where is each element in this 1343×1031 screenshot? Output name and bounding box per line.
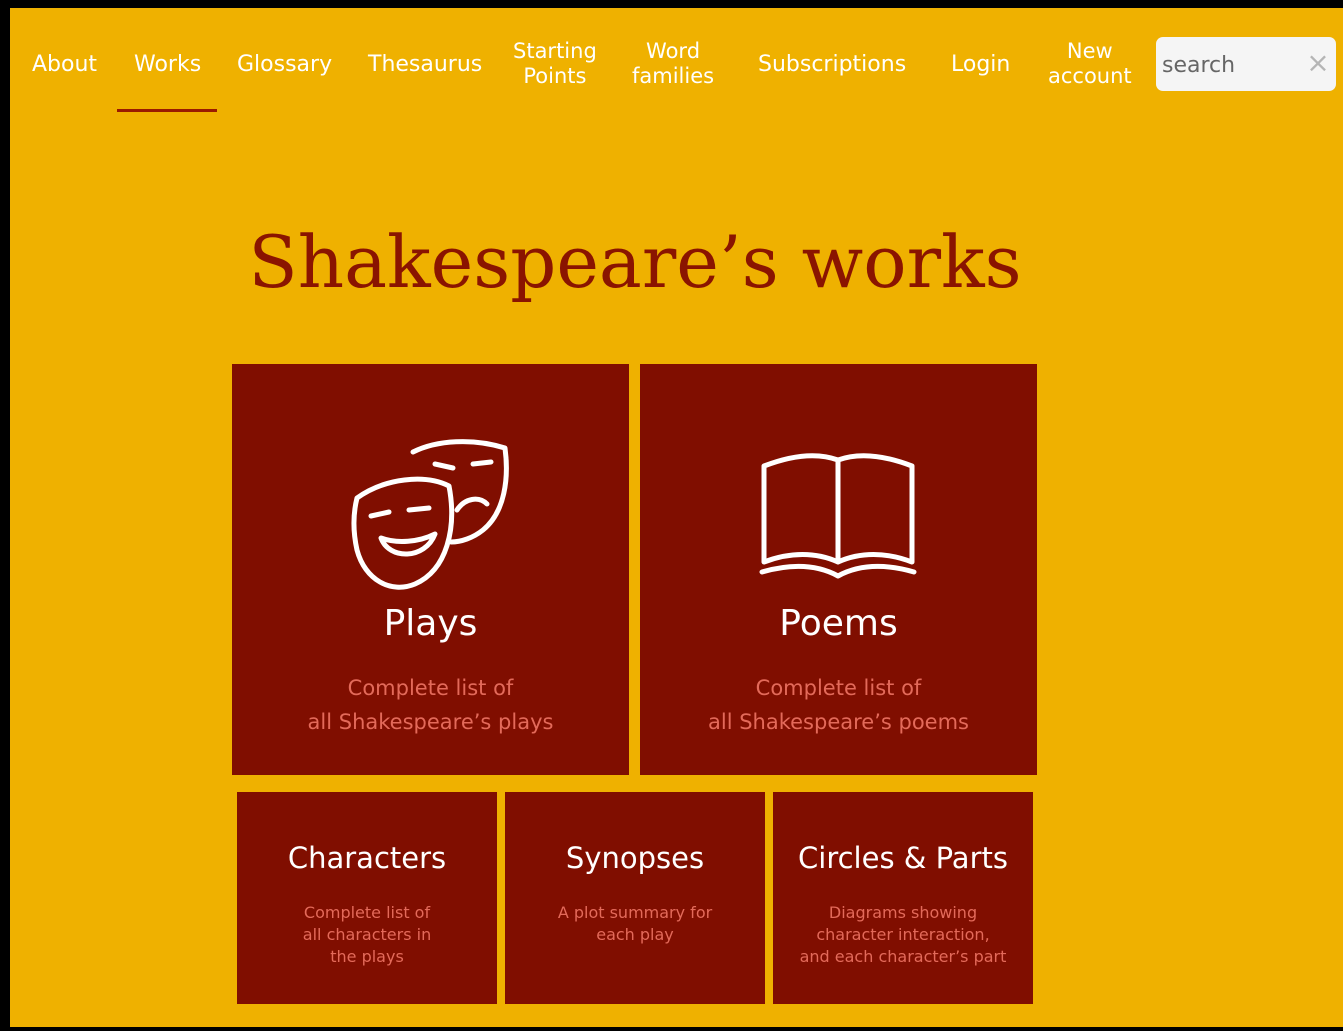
open-book-icon <box>759 453 917 579</box>
characters-description-line1: Complete list of <box>303 903 431 922</box>
nav-glossary[interactable]: Glossary <box>237 52 332 78</box>
nav-thesaurus[interactable]: Thesaurus <box>368 52 482 78</box>
search-box: × <box>1156 37 1336 91</box>
characters-title: Characters <box>287 841 447 875</box>
nav-login[interactable]: Login <box>951 52 1010 78</box>
close-icon[interactable]: × <box>1304 47 1332 79</box>
nav-word-families[interactable]: Word families <box>632 39 714 89</box>
page-title: Shakespeare’s works <box>248 220 1022 304</box>
synopses-card[interactable]: Synopses A plot summary for each play <box>505 792 765 1004</box>
characters-description-line2: all characters in <box>302 925 432 944</box>
nav-new-account-line2: account <box>1048 64 1132 88</box>
plays-title: Plays <box>383 603 478 644</box>
circles-parts-description-line3: and each character’s part <box>799 947 1007 966</box>
nav-starting-points-line1: Starting <box>513 39 597 63</box>
circles-parts-description: Diagrams showing character interaction, … <box>773 902 1033 968</box>
poems-description-line2: all Shakespeare’s poems <box>708 710 969 734</box>
characters-description-line3: the plays <box>330 947 404 966</box>
plays-description-line1: Complete list of <box>347 676 514 700</box>
synopses-description-line1: A plot summary for <box>557 903 713 922</box>
plays-card[interactable]: Plays Complete list of all Shakespeare’s… <box>232 364 629 775</box>
theatre-masks-icon <box>351 439 509 590</box>
poems-description: Complete list of all Shakespeare’s poems <box>640 671 1037 739</box>
nav-new-account-line1: New <box>1066 39 1113 63</box>
nav-new-account[interactable]: New account <box>1048 39 1132 89</box>
nav-starting-points-line2: Points <box>523 64 587 88</box>
circles-parts-title: Circles & Parts <box>798 841 1008 875</box>
page: About Works Glossary Thesaurus Starting … <box>10 8 1343 1027</box>
circles-parts-description-line2: character interaction, <box>816 925 990 944</box>
plays-description: Complete list of all Shakespeare’s plays <box>232 671 629 739</box>
nav-active-indicator <box>117 109 217 112</box>
nav-works[interactable]: Works <box>134 52 201 78</box>
characters-card[interactable]: Characters Complete list of all characte… <box>237 792 497 1004</box>
circles-parts-description-line1: Diagrams showing <box>828 903 978 922</box>
synopses-title: Synopses <box>565 841 705 875</box>
search-input[interactable] <box>1162 51 1292 79</box>
poems-card[interactable]: Poems Complete list of all Shakespeare’s… <box>640 364 1037 775</box>
nav-about[interactable]: About <box>32 52 97 78</box>
poems-title: Poems <box>779 603 898 644</box>
characters-description: Complete list of all characters in the p… <box>237 902 497 968</box>
nav-word-families-line1: Word <box>646 39 701 63</box>
synopses-description: A plot summary for each play <box>505 902 765 946</box>
circles-parts-card[interactable]: Circles & Parts Diagrams showing charact… <box>773 792 1033 1004</box>
nav-subscriptions[interactable]: Subscriptions <box>758 52 906 78</box>
synopses-description-line2: each play <box>596 925 674 944</box>
nav-starting-points[interactable]: Starting Points <box>513 39 597 89</box>
poems-description-line1: Complete list of <box>755 676 922 700</box>
plays-description-line2: all Shakespeare’s plays <box>307 710 554 734</box>
nav-word-families-line2: families <box>632 64 715 88</box>
